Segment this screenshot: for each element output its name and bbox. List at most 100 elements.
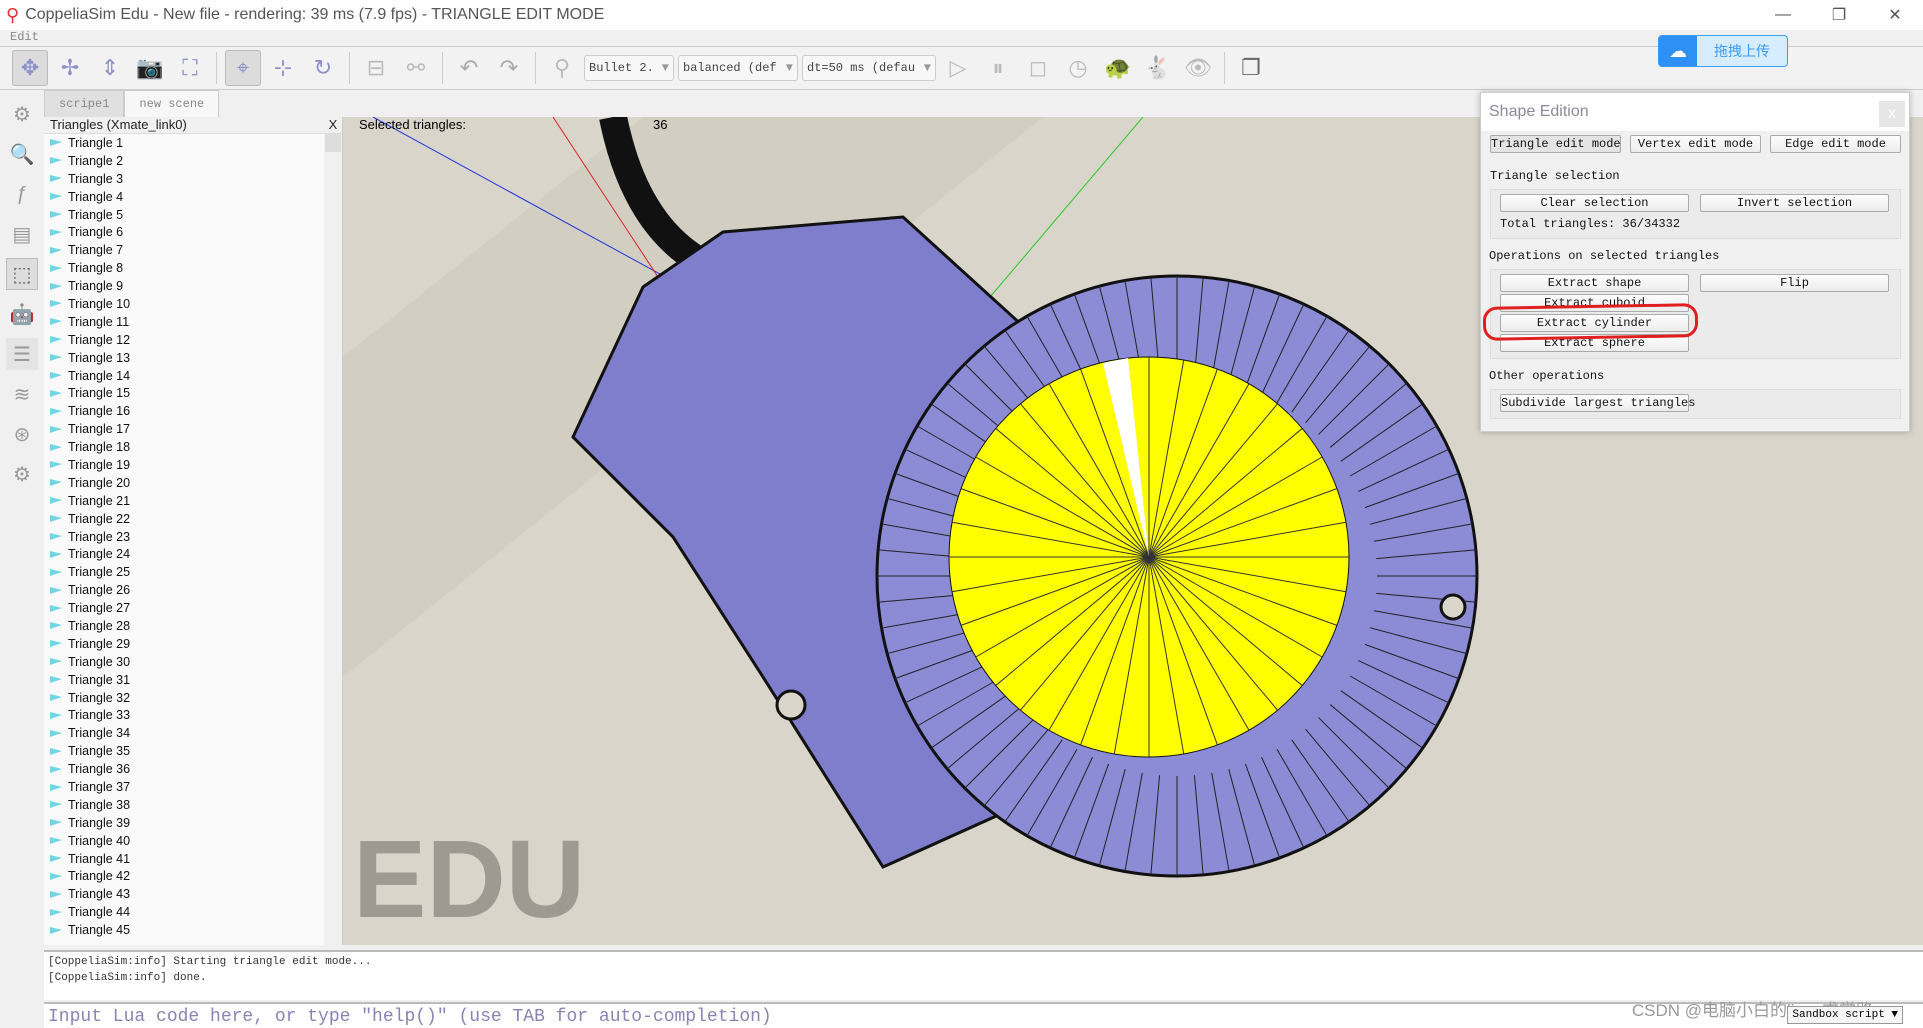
list-item[interactable]: Triangle 15 bbox=[44, 384, 342, 402]
list-item[interactable]: Triangle 39 bbox=[44, 814, 342, 832]
list-item[interactable]: Triangle 22 bbox=[44, 510, 342, 528]
list-item[interactable]: Triangle 8 bbox=[44, 259, 342, 277]
list-item[interactable]: Triangle 42 bbox=[44, 868, 342, 886]
list-item[interactable]: Triangle 13 bbox=[44, 349, 342, 367]
list-item[interactable]: Triangle 12 bbox=[44, 331, 342, 349]
edge-edit-mode-button[interactable]: Edge edit mode bbox=[1770, 135, 1901, 153]
invert-selection-button[interactable]: Invert selection bbox=[1700, 194, 1889, 212]
tab-new-scene[interactable]: new scene bbox=[124, 90, 220, 117]
list-item[interactable]: Triangle 30 bbox=[44, 653, 342, 671]
list-item[interactable]: Triangle 43 bbox=[44, 885, 342, 903]
scripts-icon[interactable]: ▤ bbox=[6, 218, 38, 250]
zoom-camera-icon[interactable]: ⇕ bbox=[92, 50, 128, 86]
click-select-icon[interactable]: ⌖ bbox=[225, 50, 261, 86]
list-item[interactable]: Triangle 44 bbox=[44, 903, 342, 921]
list-item[interactable]: Triangle 34 bbox=[44, 724, 342, 742]
upload-widget[interactable]: ☁ 拖拽上传 bbox=[1658, 35, 1788, 67]
list-item[interactable]: Triangle 33 bbox=[44, 707, 342, 725]
speed-up-rabbit-icon[interactable]: 🐇 bbox=[1140, 50, 1176, 86]
timestep-select[interactable]: dt=50 ms (defau ▼ bbox=[802, 55, 936, 81]
subdivide-button[interactable]: Subdivide largest triangles bbox=[1500, 394, 1695, 412]
close-button[interactable]: ✕ bbox=[1867, 0, 1923, 30]
clear-selection-button[interactable]: Clear selection bbox=[1500, 194, 1689, 212]
close-panel-button[interactable]: X bbox=[324, 117, 342, 132]
list-item[interactable]: Triangle 27 bbox=[44, 599, 342, 617]
list-item[interactable]: Triangle 2 bbox=[44, 152, 342, 170]
list-item[interactable]: Triangle 45 bbox=[44, 921, 342, 939]
layers-icon[interactable]: ≋ bbox=[6, 378, 38, 410]
minimize-button[interactable]: — bbox=[1755, 0, 1811, 30]
user-settings-icon[interactable]: ⚙ bbox=[6, 458, 38, 490]
list-item[interactable]: Triangle 29 bbox=[44, 635, 342, 653]
list-item[interactable]: Triangle 3 bbox=[44, 170, 342, 188]
object-shift-icon[interactable]: ⊹ bbox=[265, 50, 301, 86]
list-item[interactable]: Triangle 25 bbox=[44, 563, 342, 581]
transfer-dna-icon[interactable]: ⚯ bbox=[398, 50, 434, 86]
engine-select[interactable]: Bullet 2. ▼ bbox=[584, 55, 674, 81]
list-item[interactable]: Triangle 19 bbox=[44, 456, 342, 474]
extract-shape-button[interactable]: Extract shape bbox=[1500, 274, 1689, 292]
scene-hierarchy-icon[interactable]: ☰ bbox=[6, 338, 38, 370]
scrollbar[interactable] bbox=[324, 134, 342, 945]
restore-button[interactable]: ❐ bbox=[1811, 0, 1867, 30]
list-item[interactable]: Triangle 1 bbox=[44, 134, 342, 152]
object-rotate-icon[interactable]: ↻ bbox=[305, 50, 341, 86]
list-item[interactable]: Triangle 41 bbox=[44, 850, 342, 868]
list-item[interactable]: Triangle 20 bbox=[44, 474, 342, 492]
vertex-edit-mode-button[interactable]: Vertex edit mode bbox=[1630, 135, 1761, 153]
list-item[interactable]: Triangle 17 bbox=[44, 420, 342, 438]
list-item[interactable]: Triangle 36 bbox=[44, 760, 342, 778]
rotate-camera-icon[interactable]: ✢ bbox=[52, 50, 88, 86]
list-item[interactable]: Triangle 5 bbox=[44, 206, 342, 224]
list-item[interactable]: Triangle 32 bbox=[44, 689, 342, 707]
robot-icon[interactable]: 🤖 bbox=[6, 298, 38, 330]
window-select-icon[interactable]: ❐ bbox=[1233, 50, 1269, 86]
list-item[interactable]: Triangle 16 bbox=[44, 402, 342, 420]
list-item[interactable]: Triangle 26 bbox=[44, 581, 342, 599]
list-item[interactable]: Triangle 10 bbox=[44, 295, 342, 313]
list-item[interactable]: Triangle 4 bbox=[44, 188, 342, 206]
slow-down-turtle-icon[interactable]: 🐢 bbox=[1100, 50, 1136, 86]
list-item[interactable]: Triangle 6 bbox=[44, 223, 342, 241]
list-item[interactable]: Triangle 7 bbox=[44, 241, 342, 259]
camera-angle-icon[interactable]: 📷 bbox=[132, 50, 168, 86]
accuracy-select[interactable]: balanced (def ▼ bbox=[678, 55, 798, 81]
assemble-icon[interactable]: ⊟ bbox=[358, 50, 394, 86]
fit-view-icon[interactable]: ⛶ bbox=[172, 50, 208, 86]
list-item[interactable]: Triangle 28 bbox=[44, 617, 342, 635]
menu-edit[interactable]: Edit bbox=[10, 30, 39, 44]
model-browser-icon[interactable]: 🔍 bbox=[6, 138, 38, 170]
list-item[interactable]: Triangle 23 bbox=[44, 528, 342, 546]
list-item[interactable]: Triangle 18 bbox=[44, 438, 342, 456]
play-icon[interactable]: ▷ bbox=[940, 50, 976, 86]
flip-button[interactable]: Flip bbox=[1700, 274, 1889, 292]
list-item[interactable]: Triangle 14 bbox=[44, 367, 342, 385]
move-camera-icon[interactable]: ✥ bbox=[12, 50, 48, 86]
selection-cube-icon[interactable]: ⬚ bbox=[6, 258, 38, 290]
redo-icon[interactable]: ↷ bbox=[491, 50, 527, 86]
tab-scripe1[interactable]: scripe1 bbox=[44, 90, 125, 117]
sandbox-script-select[interactable]: Sandbox script ▼ bbox=[1787, 1006, 1903, 1024]
pause-icon[interactable]: ⏸ bbox=[980, 50, 1016, 86]
list-item[interactable]: Triangle 35 bbox=[44, 742, 342, 760]
list-item[interactable]: Triangle 38 bbox=[44, 796, 342, 814]
visualization-eye-icon[interactable]: 👁 bbox=[1180, 50, 1216, 86]
simulation-settings-icon[interactable]: ⚙ bbox=[6, 98, 38, 130]
list-item[interactable]: Triangle 9 bbox=[44, 277, 342, 295]
list-item[interactable]: Triangle 31 bbox=[44, 671, 342, 689]
dialog-close-button[interactable]: x bbox=[1879, 101, 1905, 127]
realtime-clock-icon[interactable]: ◷ bbox=[1060, 50, 1096, 86]
video-recorder-icon[interactable]: ⊛ bbox=[6, 418, 38, 450]
calculation-modules-icon[interactable]: ƒ bbox=[6, 178, 38, 210]
physics-engine-icon[interactable]: ⚲ bbox=[544, 50, 580, 86]
scrollbar-thumb[interactable] bbox=[325, 134, 341, 152]
list-item[interactable]: Triangle 24 bbox=[44, 545, 342, 563]
list-item[interactable]: Triangle 11 bbox=[44, 313, 342, 331]
list-item[interactable]: Triangle 21 bbox=[44, 492, 342, 510]
triangle-icon bbox=[50, 443, 62, 451]
triangle-edit-mode-button[interactable]: Triangle edit mode bbox=[1490, 135, 1621, 153]
list-item[interactable]: Triangle 37 bbox=[44, 778, 342, 796]
stop-icon[interactable]: ◻ bbox=[1020, 50, 1056, 86]
list-item[interactable]: Triangle 40 bbox=[44, 832, 342, 850]
undo-icon[interactable]: ↶ bbox=[451, 50, 487, 86]
